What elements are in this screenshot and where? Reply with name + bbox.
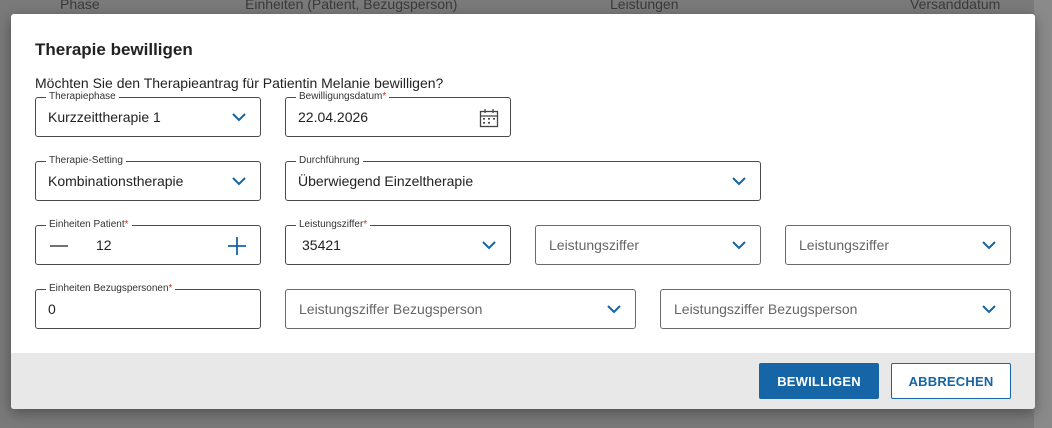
leistungsziffer-placeholder: Leistungsziffer: [549, 237, 640, 253]
therapie-setting-label: Therapie-Setting: [46, 155, 126, 167]
approve-therapy-dialog: Therapie bewilligen Möchten Sie den Ther…: [11, 14, 1035, 409]
chevron-down-icon[interactable]: [981, 303, 997, 315]
leistungsziffer-label: Leistungsziffer*: [296, 219, 371, 231]
durchfuehrung-select[interactable]: Durchführung Überwiegend Einzeltherapie: [285, 155, 761, 201]
chevron-down-icon[interactable]: [731, 239, 747, 251]
chevron-down-icon[interactable]: [981, 239, 997, 251]
leistungsziffer-bezugsperson-select-1[interactable]: Leistungsziffer Bezugsperson: [285, 289, 636, 329]
bewilligungsdatum-label: Bewilligungsdatum*: [296, 91, 390, 103]
chevron-down-icon[interactable]: [481, 239, 497, 251]
leistungsziffer-bezugsperson-placeholder: Leistungsziffer Bezugsperson: [299, 301, 483, 317]
leistungsziffer-select-2[interactable]: Leistungsziffer: [535, 225, 761, 265]
therapiephase-label: Therapiephase: [46, 91, 119, 103]
durchfuehrung-value: Überwiegend Einzeltherapie: [298, 173, 474, 189]
dialog-footer: BEWILLIGEN ABBRECHEN: [11, 353, 1035, 409]
leistungsziffer-select-3[interactable]: Leistungsziffer: [785, 225, 1011, 265]
background-edge: [1034, 0, 1052, 428]
bg-column-einheiten: Einheiten (Patient, Bezugsperson): [245, 0, 458, 12]
bg-column-phase: Phase: [60, 0, 100, 12]
durchfuehrung-label: Durchführung: [296, 155, 363, 167]
einheiten-bezugspersonen-value: 0: [48, 301, 56, 317]
einheiten-patient-label: Einheiten Patient*: [46, 219, 132, 231]
dialog-title: Therapie bewilligen: [35, 40, 193, 59]
plus-icon[interactable]: [226, 235, 248, 257]
bg-column-versanddatum: Versanddatum: [910, 0, 1001, 12]
einheiten-patient-value[interactable]: 12: [96, 237, 112, 253]
therapiephase-value: Kurzzeittherapie 1: [48, 109, 161, 125]
leistungsziffer-value: 35421: [302, 237, 341, 253]
einheiten-bezugspersonen-label: Einheiten Bezugspersonen*: [46, 283, 176, 295]
dialog-question: Möchten Sie den Therapieantrag für Patie…: [35, 75, 444, 91]
leistungsziffer-placeholder: Leistungsziffer: [799, 237, 890, 253]
minus-icon[interactable]: [48, 235, 70, 257]
cancel-button[interactable]: ABBRECHEN: [891, 363, 1011, 399]
approve-button[interactable]: BEWILLIGEN: [759, 363, 879, 399]
bg-column-leistungen: Leistungen: [610, 0, 679, 12]
therapie-setting-value: Kombinationstherapie: [48, 173, 184, 189]
leistungsziffer-bezugsperson-placeholder: Leistungsziffer Bezugsperson: [674, 301, 858, 317]
bewilligungsdatum-value: 22.04.2026: [298, 109, 369, 125]
leistungsziffer-bezugsperson-select-2[interactable]: Leistungsziffer Bezugsperson: [660, 289, 1011, 329]
bewilligungsdatum-field[interactable]: Bewilligungsdatum* 22.04.2026: [285, 91, 511, 137]
therapie-setting-select[interactable]: Therapie-Setting Kombinationstherapie: [35, 155, 261, 201]
background-table-header: Phase Einheiten (Patient, Bezugsperson) …: [0, 0, 1052, 14]
einheiten-patient-stepper[interactable]: Einheiten Patient* 12: [35, 219, 261, 265]
chevron-down-icon[interactable]: [731, 175, 747, 187]
calendar-icon[interactable]: [479, 108, 499, 128]
einheiten-bezugspersonen-input[interactable]: Einheiten Bezugspersonen* 0: [35, 283, 261, 329]
chevron-down-icon[interactable]: [231, 111, 247, 123]
leistungsziffer-select-1[interactable]: Leistungsziffer* 35421: [285, 219, 511, 265]
therapiephase-select[interactable]: Therapiephase Kurzzeittherapie 1: [35, 91, 261, 137]
chevron-down-icon[interactable]: [231, 175, 247, 187]
chevron-down-icon[interactable]: [606, 303, 622, 315]
